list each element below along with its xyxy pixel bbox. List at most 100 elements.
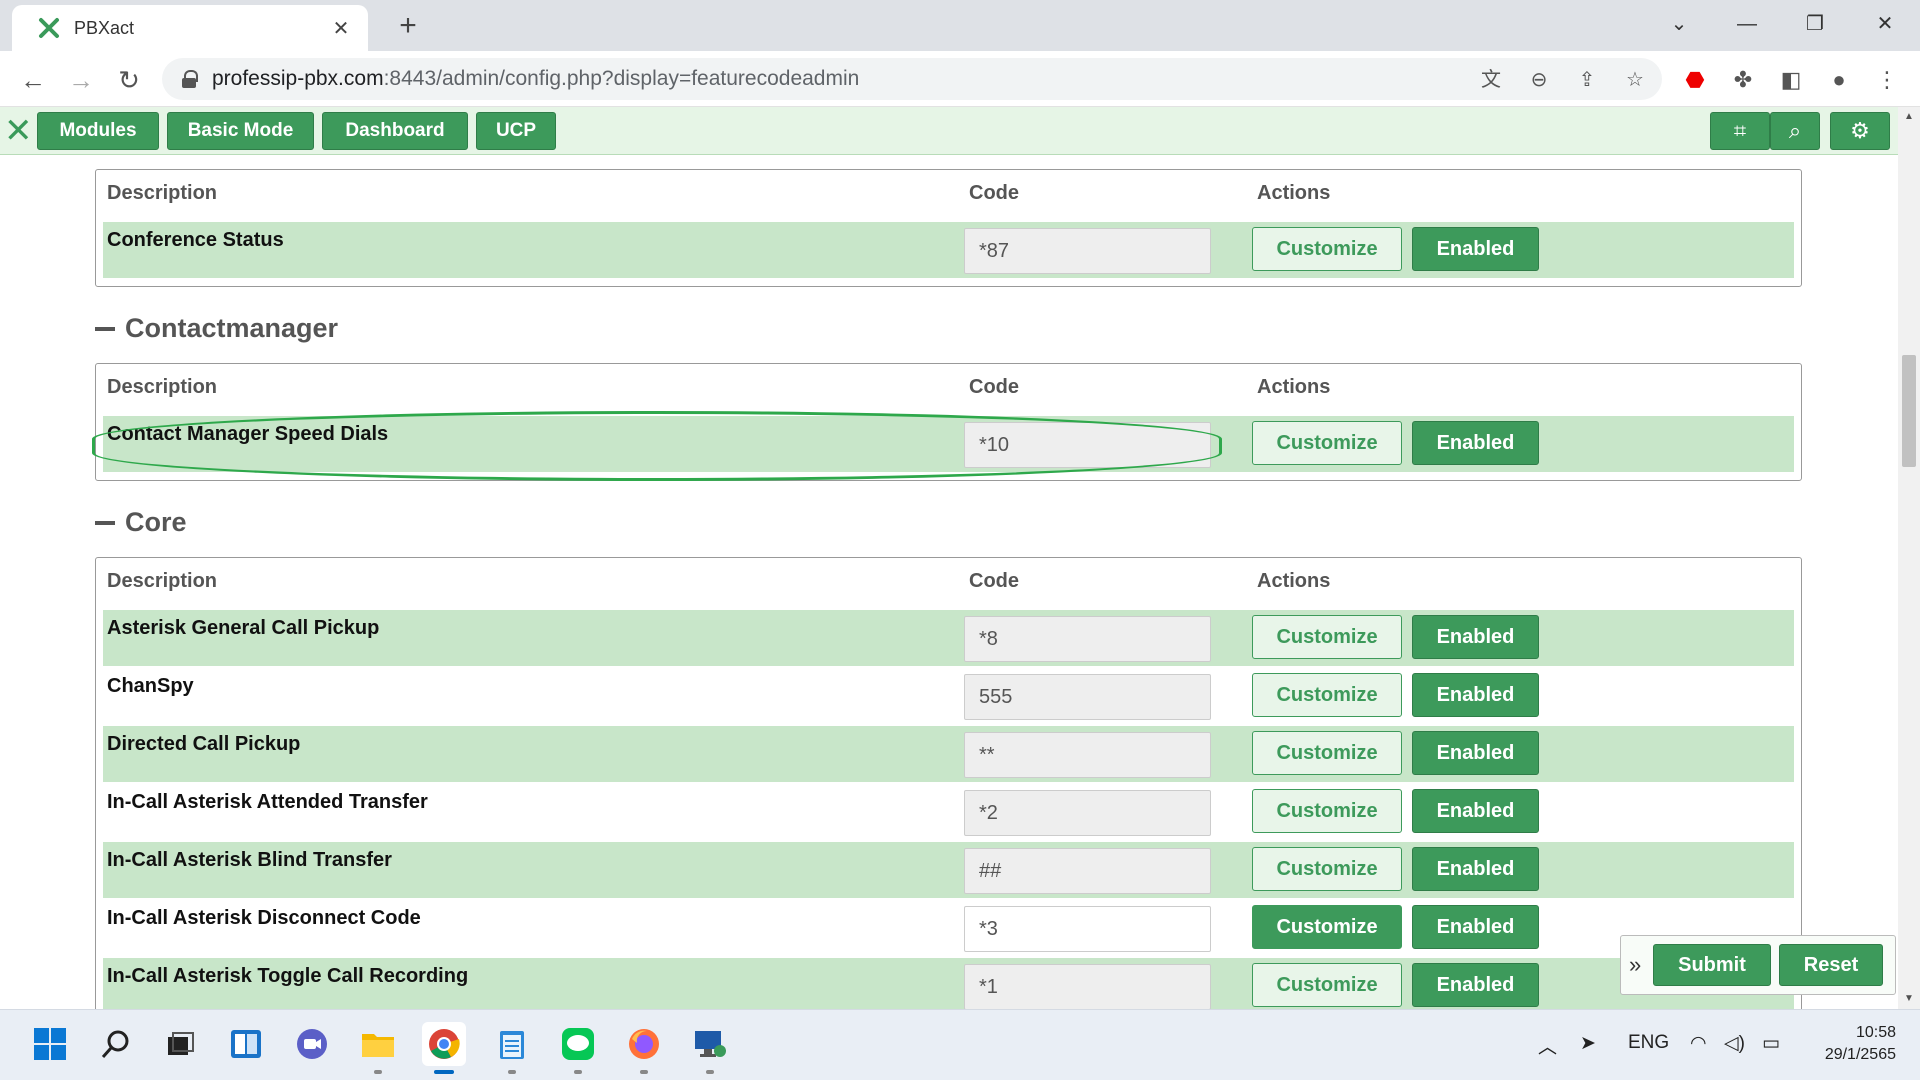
table-row: Contact Manager Speed Dials *10 Customiz… [103, 416, 1794, 472]
adblock-extension-icon[interactable]: ⬣ [1680, 65, 1710, 95]
row-description: Asterisk General Call Pickup [107, 617, 380, 639]
table-row: Asterisk General Call Pickup *8 Customiz… [103, 610, 1794, 666]
location-arrow-icon[interactable]: ➤ [1580, 1032, 1596, 1055]
customize-button[interactable]: Customize [1252, 615, 1402, 659]
collapse-double-chevron-icon[interactable]: » [1629, 952, 1641, 978]
reload-icon[interactable]: ↻ [110, 61, 148, 99]
tab-search-chevron-icon[interactable]: ⌄ [1654, 6, 1704, 42]
translate-icon[interactable]: 文 [1478, 67, 1504, 93]
window-close-icon[interactable]: ✕ [1860, 6, 1910, 42]
nav-modules-button[interactable]: Modules [37, 112, 159, 150]
tab-close-icon[interactable]: ✕ [328, 16, 354, 41]
clock-date: 29/1/2565 [1824, 1046, 1896, 1063]
widgets-icon[interactable] [224, 1022, 268, 1066]
submit-button[interactable]: Submit [1653, 944, 1771, 986]
remote-desktop-icon[interactable] [688, 1022, 732, 1074]
address-bar[interactable]: professip-pbx.com:8443/admin/config.php?… [162, 58, 1662, 100]
row-description: Conference Status [107, 229, 284, 251]
enabled-button[interactable]: Enabled [1412, 615, 1539, 659]
customize-button[interactable]: Customize [1252, 421, 1402, 465]
customize-button[interactable]: Customize [1252, 963, 1402, 1007]
firefox-icon[interactable] [622, 1022, 666, 1074]
page-scrollbar[interactable]: ▲ ▼ [1898, 107, 1920, 1009]
windows-start-icon[interactable] [28, 1022, 72, 1066]
code-input[interactable]: *8 [964, 616, 1211, 662]
customize-button[interactable]: Customize [1252, 789, 1402, 833]
minimize-icon[interactable]: — [1722, 6, 1772, 42]
taskbar-search-icon[interactable] [94, 1022, 138, 1066]
code-input[interactable]: *87 [964, 228, 1211, 274]
customize-button[interactable]: Customize [1252, 905, 1402, 949]
settings-gear-icon[interactable]: ⚙ [1830, 112, 1890, 150]
language-icon[interactable]: ⌗ [1710, 112, 1770, 150]
tray-chevron-up-icon[interactable]: ︿ [1538, 1032, 1557, 1059]
scroll-down-icon[interactable]: ▼ [1898, 989, 1920, 1009]
collapse-minus-icon [95, 520, 115, 525]
code-input[interactable]: *2 [964, 790, 1211, 836]
enabled-button[interactable]: Enabled [1412, 847, 1539, 891]
browser-menu-icon[interactable]: ⋮ [1872, 65, 1902, 95]
enabled-button[interactable]: Enabled [1412, 421, 1539, 465]
customize-button[interactable]: Customize [1252, 731, 1402, 775]
customize-button[interactable]: Customize [1252, 673, 1402, 717]
notepad-icon[interactable] [490, 1022, 534, 1074]
col-header-code: Code [969, 570, 1019, 592]
customize-button[interactable]: Customize [1252, 847, 1402, 891]
taskbar-clock[interactable]: 10:58 29/1/2565 [1825, 1022, 1896, 1066]
reset-button[interactable]: Reset [1779, 944, 1883, 986]
section-toggle-contactmanager[interactable]: Contactmanager [95, 313, 338, 344]
enabled-button[interactable]: Enabled [1412, 789, 1539, 833]
enabled-button[interactable]: Enabled [1412, 227, 1539, 271]
battery-icon[interactable]: ▭ [1762, 1032, 1780, 1055]
restore-icon[interactable]: ❐ [1790, 6, 1840, 42]
volume-icon[interactable]: ◁) [1724, 1032, 1745, 1055]
pbxact-logo-icon[interactable]: ✕ [4, 113, 33, 149]
nav-basic-mode-button[interactable]: Basic Mode [167, 112, 314, 150]
row-description: In-Call Asterisk Attended Transfer [107, 791, 428, 813]
scroll-thumb[interactable] [1902, 355, 1916, 467]
table-row: In-Call Asterisk Blind Transfer ## Custo… [103, 842, 1794, 898]
code-input[interactable]: *3 [964, 906, 1211, 952]
enabled-button[interactable]: Enabled [1412, 731, 1539, 775]
code-input[interactable]: *10 [964, 422, 1211, 468]
windows-taskbar: ︿ ➤ ENG ◠ ◁) ▭ 10:58 29/1/2565 [0, 1009, 1920, 1080]
code-input[interactable]: ## [964, 848, 1211, 894]
wifi-icon[interactable]: ◠ [1690, 1032, 1707, 1055]
section-toggle-core[interactable]: Core [95, 507, 187, 538]
tab-title: PBXact [74, 17, 135, 38]
row-description: Contact Manager Speed Dials [107, 423, 389, 445]
profile-avatar-icon[interactable]: ● [1824, 65, 1854, 95]
share-icon[interactable]: ⇪ [1574, 67, 1600, 93]
scroll-up-icon[interactable]: ▲ [1898, 107, 1920, 127]
lock-icon [182, 70, 198, 88]
task-view-icon[interactable] [158, 1022, 202, 1066]
zoom-out-icon[interactable]: ⊖ [1526, 67, 1552, 93]
line-app-icon[interactable] [556, 1022, 600, 1074]
search-icon[interactable]: ⌕ [1770, 112, 1820, 150]
language-indicator[interactable]: ENG [1628, 1032, 1669, 1054]
table-row: Directed Call Pickup ** Customize Enable… [103, 726, 1794, 782]
enabled-button[interactable]: Enabled [1412, 905, 1539, 949]
side-panel-icon[interactable]: ◧ [1776, 65, 1806, 95]
enabled-button[interactable]: Enabled [1412, 673, 1539, 717]
file-explorer-icon[interactable] [356, 1022, 400, 1074]
forward-arrow-icon[interactable]: → [62, 61, 100, 99]
table-row: In-Call Asterisk Attended Transfer *2 Cu… [103, 784, 1794, 840]
customize-button[interactable]: Customize [1252, 227, 1402, 271]
nav-ucp-button[interactable]: UCP [476, 112, 556, 150]
pbxact-favicon-icon [39, 18, 59, 38]
enabled-button[interactable]: Enabled [1412, 963, 1539, 1007]
nav-dashboard-button[interactable]: Dashboard [322, 112, 468, 150]
new-tab-icon[interactable]: + [390, 8, 426, 44]
floating-action-bar: » Submit Reset [1620, 935, 1896, 995]
col-header-actions: Actions [1257, 182, 1331, 204]
chrome-icon[interactable] [422, 1022, 466, 1074]
code-input[interactable]: ** [964, 732, 1211, 778]
code-input[interactable]: *1 [964, 964, 1211, 1009]
bookmark-star-icon[interactable]: ☆ [1622, 67, 1648, 93]
browser-tab[interactable]: PBXact ✕ [12, 5, 368, 51]
teams-chat-icon[interactable] [290, 1022, 334, 1066]
extensions-puzzle-icon[interactable]: ✤ [1728, 65, 1758, 95]
code-input[interactable]: 555 [964, 674, 1211, 720]
back-arrow-icon[interactable]: ← [14, 61, 52, 99]
